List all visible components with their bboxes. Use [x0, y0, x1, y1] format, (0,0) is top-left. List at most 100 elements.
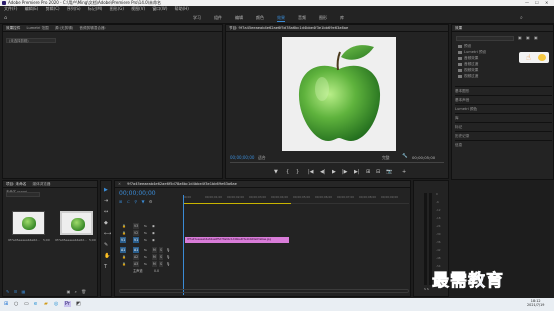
menu-graphics[interactable]: 图形(G) — [110, 6, 124, 11]
mic-icon[interactable]: 🎙 — [166, 254, 170, 260]
menu-help[interactable]: 帮助(H) — [175, 6, 189, 11]
timeline-scrollbar[interactable] — [119, 289, 409, 293]
solo-button[interactable]: S — [159, 261, 164, 267]
fx-folder-audio-effects[interactable]: 音频效果 — [458, 56, 478, 61]
fx-folder-video-effects[interactable]: 视频效果 — [458, 68, 478, 73]
sync-lock-icon[interactable]: ⇆ — [144, 230, 147, 236]
go-to-in-button[interactable]: |◀ — [308, 169, 314, 175]
workspace-editing[interactable]: 编辑 — [235, 15, 243, 21]
sync-lock-icon[interactable]: ⇆ — [144, 223, 147, 229]
project-search-input[interactable] — [6, 192, 40, 197]
playhead-timecode[interactable]: 00;00;00;00 — [230, 155, 254, 160]
selection-tool-icon[interactable]: ▶ — [104, 187, 108, 193]
razor-tool-icon[interactable]: ◆ — [104, 220, 108, 226]
sync-lock-icon[interactable]: ⇆ — [144, 247, 147, 253]
trash-icon[interactable]: 🗑 — [81, 289, 86, 294]
list-view-icon[interactable]: ☰ — [14, 289, 18, 294]
task-view-icon[interactable]: ▭ — [24, 301, 29, 307]
master-volume-value[interactable]: 0.0 — [154, 268, 159, 274]
resolution-dropdown[interactable]: 完整 — [382, 155, 390, 161]
search-icon[interactable]: ⌕ — [75, 289, 77, 294]
mark-out-button[interactable]: } — [296, 169, 299, 175]
icon-view-icon[interactable]: ▦ — [22, 289, 26, 294]
yuv-effects-icon[interactable]: ▣ — [534, 35, 538, 40]
accelerated-effects-icon[interactable]: ▣ — [518, 35, 522, 40]
tab-audio-clip-mixer[interactable]: 音频剪辑混合器: — [79, 26, 105, 30]
32bit-effects-icon[interactable]: ▣ — [526, 35, 530, 40]
windows-start-icon[interactable]: ⊞ — [4, 301, 8, 307]
track-target-a2[interactable]: A2 — [133, 254, 140, 260]
slip-tool-icon[interactable]: ⟷ — [104, 231, 111, 237]
source-patch-a1[interactable]: A1 — [120, 247, 127, 253]
panel-libraries[interactable]: 库 — [455, 113, 552, 122]
menu-view[interactable]: 视图(V) — [131, 6, 145, 11]
search-icon[interactable]: ○ — [14, 301, 18, 307]
workspace-audio[interactable]: 音频 — [298, 15, 306, 21]
solo-button[interactable]: S — [159, 254, 164, 260]
lock-icon[interactable]: 🔒 — [122, 261, 126, 267]
search-icon[interactable]: ⌕ — [520, 15, 523, 21]
panel-lumetri-color[interactable]: Lumetri 颜色 — [455, 104, 552, 113]
eye-icon[interactable]: ◉ — [152, 237, 155, 243]
lock-icon[interactable]: 🔒 — [122, 230, 126, 236]
panel-markers[interactable]: 标记 — [455, 122, 552, 131]
lift-button[interactable]: ⊞ — [366, 169, 370, 175]
fx-folder-lumetri-presets[interactable]: Lumetri 预设 — [458, 50, 486, 55]
workspace-libraries[interactable]: 库 — [340, 15, 344, 21]
panel-history[interactable]: 历史记录 — [455, 131, 552, 140]
track-target-v1[interactable]: V1 — [133, 237, 140, 243]
menu-file[interactable]: 文件(F) — [4, 6, 17, 11]
workspace-assembly[interactable]: 组件 — [214, 15, 222, 21]
mark-in-button[interactable]: { — [286, 169, 289, 175]
menu-marker[interactable]: 标记(M) — [88, 6, 103, 11]
mic-icon[interactable]: 🎙 — [166, 261, 170, 267]
tab-media-browser[interactable]: 媒体浏览器 — [32, 182, 50, 186]
menu-window[interactable]: 窗口(W) — [152, 6, 167, 11]
sync-lock-icon[interactable]: ⇆ — [144, 254, 147, 260]
zoom-fit-dropdown[interactable]: 适合 — [258, 155, 266, 161]
system-clock[interactable]: 18:12 2021/7/19 — [527, 299, 544, 307]
track-target-a3[interactable]: A3 — [133, 261, 140, 267]
file-explorer-icon[interactable]: ▰ — [44, 301, 48, 307]
solo-button[interactable]: S — [159, 247, 164, 253]
go-to-out-button[interactable]: ▶| — [354, 169, 360, 175]
tab-project[interactable]: 项目: 未命名 — [6, 182, 26, 186]
mic-icon[interactable]: 🎙 — [166, 247, 170, 253]
add-marker-button[interactable]: ▼ — [274, 169, 278, 175]
track-target-v2[interactable]: V2 — [133, 230, 140, 236]
step-forward-button[interactable]: |▶ — [342, 169, 348, 175]
playhead[interactable] — [183, 195, 184, 295]
home-icon[interactable]: ⌂ — [4, 15, 9, 21]
program-monitor-title[interactable]: 节目: 9f7a45eeaeab4e62ae6f5d78a6bc1d4bbe4f… — [229, 26, 348, 30]
wrench-icon[interactable]: 🔧 — [402, 154, 408, 159]
work-area-bar[interactable] — [183, 203, 291, 204]
tab-sequence[interactable]: 9f7a45eeaeab4e62ae6f5d78a6bc1d4bbe4f3e1b… — [127, 182, 237, 186]
program-timeline-ruler[interactable] — [230, 162, 444, 165]
video-clip[interactable]: 9f7a45eeaeab4e62ae6f5d78a6bc1d4bbe4f3e1b… — [185, 237, 289, 243]
source-patch-v1[interactable]: V1 — [120, 237, 127, 243]
pen-tool-icon[interactable]: ✎ — [104, 242, 108, 248]
tab-source[interactable]: 源:(无剪辑) — [55, 26, 73, 30]
snap-icon[interactable]: ⊂ — [127, 199, 130, 204]
track-target-a1[interactable]: A1 — [133, 247, 140, 253]
effects-search-input[interactable] — [456, 36, 514, 41]
new-item-icon[interactable]: ▣ — [67, 289, 71, 294]
edge-icon[interactable]: e — [34, 301, 37, 307]
workspace-color[interactable]: 颜色 — [256, 15, 264, 21]
ripple-edit-tool-icon[interactable]: ↔ — [104, 209, 108, 215]
linked-selection-icon[interactable]: ⚲ — [134, 199, 137, 204]
project-item-thumbnail-selected[interactable] — [60, 211, 93, 235]
lock-icon[interactable]: 🔒 — [122, 254, 126, 260]
panel-info[interactable]: 信息 — [455, 140, 552, 149]
meter-solo-buttons[interactable]: S S — [424, 287, 429, 291]
track-target-v3[interactable]: V3 — [133, 223, 140, 229]
close-tab-icon[interactable]: ✕ — [118, 182, 121, 186]
sync-lock-icon[interactable]: ⇆ — [144, 237, 147, 243]
track-select-tool-icon[interactable]: ⇥ — [104, 198, 108, 204]
video-preview[interactable] — [282, 37, 396, 151]
sync-lock-icon[interactable]: ⇆ — [144, 261, 147, 267]
mute-button[interactable]: M — [152, 254, 157, 260]
step-back-button[interactable]: ◀| — [320, 169, 326, 175]
export-frame-button[interactable]: 📷 — [386, 169, 392, 175]
hand-tool-icon[interactable]: ✋ — [104, 253, 110, 259]
